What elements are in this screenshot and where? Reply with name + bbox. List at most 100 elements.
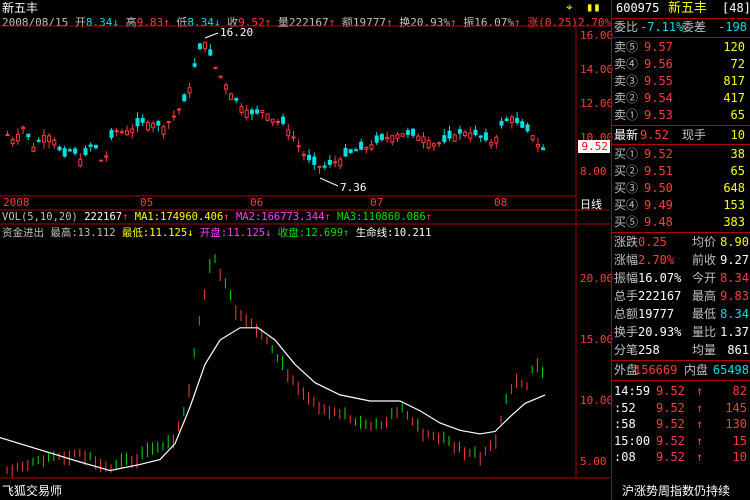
price-candle xyxy=(182,94,187,102)
price-candle xyxy=(317,165,322,168)
price-candle xyxy=(338,158,343,167)
trade-tick-row[interactable]: 14:59 9.52 ↑ 82 xyxy=(612,383,750,400)
price-candle xyxy=(405,130,410,135)
price-candle xyxy=(119,131,124,134)
y-tick-16: 16.00 xyxy=(580,29,614,42)
stat-row[interactable]: 换手 20.93% 量比 1.37 xyxy=(612,324,750,341)
price-candle xyxy=(494,136,499,144)
price-candle xyxy=(385,136,390,140)
stat-label: 涨跌 xyxy=(614,235,639,249)
price-candle xyxy=(104,155,109,158)
price-candle xyxy=(421,136,426,144)
lower-y-tick-20: 20.00 xyxy=(580,272,614,285)
buy-price: 9.50 xyxy=(644,181,673,195)
kline-svg[interactable] xyxy=(0,0,610,500)
price-candles xyxy=(5,41,546,174)
x-tick-05: 05 xyxy=(140,196,154,209)
price-candle xyxy=(312,156,317,165)
stat-label: 振幅 xyxy=(614,271,639,285)
stat-row[interactable]: 总额 19777 最低 8.34 xyxy=(612,306,750,323)
price-candle xyxy=(452,134,457,142)
stat-row[interactable]: 振幅 16.07% 今开 8.34 xyxy=(612,270,750,287)
cap-close-label: 收盘: xyxy=(277,227,306,239)
price-candle xyxy=(47,135,52,143)
price-candle xyxy=(463,131,468,137)
stat-row[interactable]: 分笔 258 均量 861 xyxy=(612,342,750,359)
price-candle xyxy=(333,161,338,164)
price-candle xyxy=(379,133,384,141)
trade-tick-row[interactable]: :52 9.52 ↑ 145 xyxy=(612,400,750,417)
price-candle xyxy=(15,133,20,142)
price-candle xyxy=(234,97,239,101)
sell-label: 卖② xyxy=(614,91,639,105)
sell-order-row[interactable]: 卖③ 9.55 817 xyxy=(612,73,750,90)
buy-order-row[interactable]: 买④ 9.49 153 xyxy=(612,197,750,214)
sell-label: 卖③ xyxy=(614,74,639,88)
stat-value: 2.70% xyxy=(638,253,675,267)
tick-direction-icon: ↑ xyxy=(696,400,704,415)
price-candle xyxy=(348,149,353,154)
chart-area: 新五丰 ⌖ ▮▮ 2008/08/15 开8.34↓ 高9.83↑ 低8.34↓… xyxy=(0,0,730,500)
buy-order-row[interactable]: 买① 9.52 38 xyxy=(612,146,750,163)
price-candle xyxy=(468,132,473,139)
buy-price: 9.49 xyxy=(644,198,673,212)
footer-app-name: 飞狐交易师 xyxy=(2,484,63,498)
price-candle xyxy=(125,130,130,136)
price-candle xyxy=(369,144,374,150)
code-row: 600975 新五丰 [48] xyxy=(612,0,750,17)
latest-value: 9.52 xyxy=(640,128,669,142)
price-candle xyxy=(509,116,514,123)
ma2-label: MA2: xyxy=(235,211,262,223)
y-tick-8: 8.00 xyxy=(580,165,607,178)
trade-tick-row[interactable]: :08 9.52 ↑ 10 xyxy=(612,449,750,466)
price-candle xyxy=(192,63,197,67)
stat-value: 9.83 xyxy=(720,289,749,303)
price-candle xyxy=(520,121,525,128)
price-candle xyxy=(296,145,301,148)
price-candle xyxy=(395,134,400,139)
buy-label: 买⑤ xyxy=(614,215,639,229)
ma3-label: MA3: xyxy=(337,211,363,223)
price-candle xyxy=(151,122,156,129)
tick-direction-icon: ↑ xyxy=(696,384,704,398)
stat-label: 总手 xyxy=(614,289,639,303)
price-candle xyxy=(411,128,416,136)
sell-order-row[interactable]: 卖④ 9.56 72 xyxy=(612,56,750,73)
price-candle xyxy=(130,128,135,133)
buy-order-row[interactable]: 买⑤ 9.48 383 xyxy=(612,214,750,231)
stat-row[interactable]: 涨幅 2.70% 前收 9.27 xyxy=(612,252,750,269)
price-candle xyxy=(515,117,520,123)
stat-value: 9.27 xyxy=(720,253,749,267)
trade-tick-row[interactable]: 15:00 9.52 ↑ 15 xyxy=(612,433,750,450)
sell-order-row[interactable]: 卖⑤ 9.57 120 xyxy=(612,39,750,56)
ratio-label: 委比 xyxy=(614,20,639,34)
stat-value: 222167 xyxy=(638,289,682,303)
price-candle xyxy=(322,165,327,168)
price-candle xyxy=(21,126,26,130)
sell-order-row[interactable]: 卖① 9.53 65 xyxy=(612,107,750,124)
stat-label: 最高 xyxy=(692,289,717,303)
x-tick-06: 06 xyxy=(250,196,264,209)
stat-label: 换手 xyxy=(614,325,639,339)
buy-volume: 153 xyxy=(723,198,745,212)
price-candle xyxy=(478,135,483,138)
price-candle xyxy=(499,120,504,126)
order-ratio-row: 委比 -7.11% 委差 -198 xyxy=(612,19,750,36)
period-selector[interactable]: 日线 xyxy=(580,196,602,212)
stat-row[interactable]: 涨跌 0.25 均价 8.90 xyxy=(612,234,750,251)
price-candle xyxy=(203,41,208,50)
stat-row[interactable]: 总手 222167 最高 9.83 xyxy=(612,288,750,305)
buy-order-row[interactable]: 买② 9.51 65 xyxy=(612,163,750,180)
ma3-value: 110860.086 xyxy=(362,211,426,223)
buy-label: 买④ xyxy=(614,198,639,212)
trade-tick-row[interactable]: :58 9.52 ↑ 130 xyxy=(612,416,750,433)
price-candle xyxy=(447,130,452,139)
price-candle xyxy=(265,113,270,121)
price-candle xyxy=(431,143,436,147)
x-tick-2008: 2008 xyxy=(3,196,30,209)
sell-order-row[interactable]: 卖② 9.54 417 xyxy=(612,90,750,107)
current-price-tag: 9.52 xyxy=(578,140,610,153)
hand-value: 10 xyxy=(730,128,745,142)
price-candle xyxy=(218,75,223,78)
buy-order-row[interactable]: 买③ 9.50 648 xyxy=(612,180,750,197)
